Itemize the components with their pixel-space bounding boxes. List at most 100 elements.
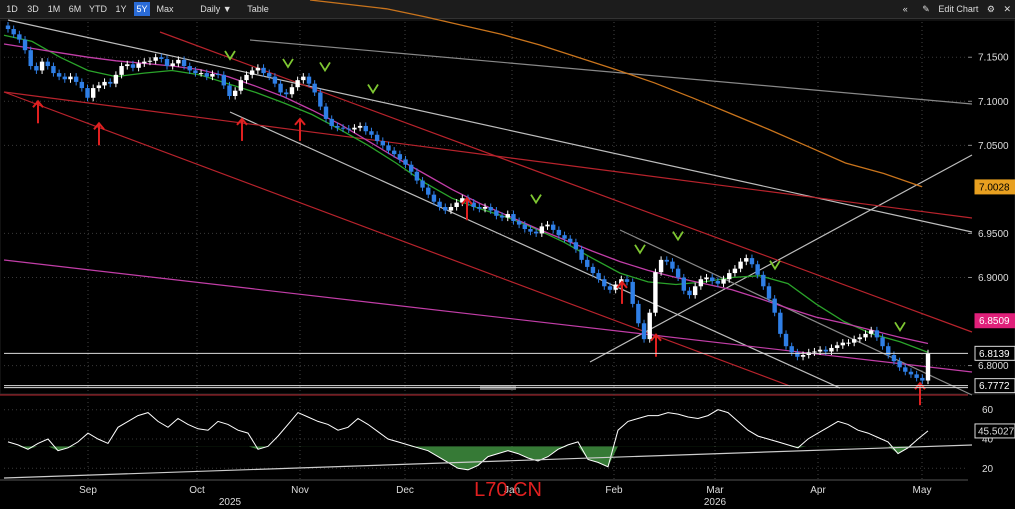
candle-body bbox=[556, 229, 562, 236]
candle-body bbox=[817, 349, 823, 352]
candle-body bbox=[494, 210, 499, 216]
candle-body bbox=[210, 73, 215, 77]
candle-body bbox=[380, 140, 386, 146]
candle-body bbox=[329, 118, 334, 126]
candle-body bbox=[568, 238, 573, 243]
rsi-oversold-fill bbox=[8, 446, 928, 470]
candle-body bbox=[851, 339, 857, 343]
candle-body bbox=[448, 207, 454, 211]
candle-body bbox=[522, 224, 527, 230]
candle-body bbox=[533, 231, 539, 234]
candle-body bbox=[869, 330, 874, 334]
candle-body bbox=[545, 224, 550, 227]
candle-body bbox=[130, 64, 136, 68]
candle-body bbox=[85, 88, 90, 98]
candle-body bbox=[908, 371, 914, 375]
candle-body bbox=[39, 61, 45, 71]
candle-body bbox=[499, 215, 505, 218]
candle-body bbox=[681, 277, 687, 291]
candle-body bbox=[653, 272, 658, 313]
candle-body bbox=[897, 361, 902, 368]
price-tag-label: 7.0028 bbox=[979, 182, 1010, 193]
candle-body bbox=[749, 258, 755, 265]
candle-body bbox=[238, 80, 244, 91]
candle-body bbox=[692, 286, 698, 296]
y-tick-label: 6.8000 bbox=[978, 361, 1009, 372]
candle-body bbox=[562, 235, 567, 239]
candle-body bbox=[505, 214, 510, 218]
candle-body bbox=[409, 164, 414, 172]
candle-body bbox=[119, 66, 124, 75]
candle-body bbox=[232, 90, 238, 96]
candle-body bbox=[687, 290, 692, 296]
candle-body bbox=[920, 377, 925, 381]
price-tags: 7.0028 6.8509 6.8139 6.7772 bbox=[974, 179, 1015, 394]
candle-body bbox=[136, 63, 141, 68]
candle-body bbox=[482, 207, 488, 209]
candle-body bbox=[857, 337, 863, 340]
candle-body bbox=[698, 279, 704, 287]
candle-body bbox=[289, 87, 295, 95]
candle-body bbox=[113, 74, 119, 84]
candle-body bbox=[278, 83, 283, 93]
down-arrow-icon bbox=[634, 244, 646, 255]
candle-body bbox=[346, 128, 351, 130]
candle-body bbox=[903, 367, 908, 372]
price-panel-frame bbox=[0, 19, 1015, 395]
price-tag-label: 6.8509 bbox=[979, 316, 1010, 327]
candle-body bbox=[170, 63, 175, 67]
candle-body bbox=[96, 85, 102, 89]
candle-body bbox=[301, 76, 306, 81]
candle-body bbox=[397, 154, 403, 160]
candle-body bbox=[528, 229, 533, 232]
candle-body bbox=[675, 268, 681, 278]
candle-body bbox=[738, 261, 743, 269]
candle-body bbox=[778, 312, 783, 334]
candle-body bbox=[670, 261, 675, 269]
candle-body bbox=[352, 127, 357, 130]
candle-body bbox=[624, 279, 630, 282]
candle-body bbox=[306, 76, 312, 84]
candle-body bbox=[823, 349, 828, 352]
x-tick-label: Apr bbox=[810, 485, 826, 496]
x-tick-label: Mar bbox=[706, 485, 724, 496]
trend-line bbox=[3, 91, 791, 387]
candle-body bbox=[11, 29, 16, 35]
candle-body bbox=[414, 171, 420, 181]
candle-body bbox=[636, 303, 641, 324]
candle-body bbox=[45, 61, 50, 67]
candle-body bbox=[426, 187, 431, 195]
trend-line bbox=[7, 19, 973, 233]
down-arrow-icon bbox=[224, 50, 236, 61]
price-chart: 7.1500 7.1000 7.0500 6.9500 6.9000 6.8000 7.0… bbox=[0, 0, 1015, 508]
x-tick-label: May bbox=[913, 485, 932, 496]
y-tick-label: 7.0500 bbox=[978, 141, 1009, 152]
candle-body bbox=[454, 202, 459, 207]
candle-body bbox=[443, 207, 448, 211]
candle-body bbox=[596, 273, 601, 280]
candle-body bbox=[573, 242, 579, 250]
candle-body bbox=[874, 330, 880, 338]
candle-body bbox=[340, 127, 346, 129]
candle-body bbox=[244, 74, 249, 81]
candle-body bbox=[488, 207, 493, 211]
rsi-tick-label: 20 bbox=[982, 464, 994, 475]
candle-body bbox=[215, 73, 221, 75]
candle-body bbox=[761, 274, 766, 287]
rsi-tick-label: 60 bbox=[982, 405, 994, 416]
candle-body bbox=[602, 279, 607, 287]
year-label: 2025 bbox=[219, 497, 242, 508]
rsi-value-label: 45.5027 bbox=[978, 426, 1015, 437]
candle-body bbox=[477, 207, 482, 209]
candle-body bbox=[766, 286, 772, 299]
candle-body bbox=[363, 125, 368, 132]
candle-body bbox=[79, 81, 85, 89]
candle-body bbox=[56, 73, 62, 77]
trend-line bbox=[159, 31, 973, 333]
candle-body bbox=[800, 355, 806, 357]
candle-body bbox=[249, 70, 255, 75]
y-tick-label: 6.9500 bbox=[978, 229, 1009, 240]
candle-body bbox=[755, 264, 760, 275]
candle-body bbox=[374, 134, 380, 141]
candle-body bbox=[227, 85, 232, 96]
